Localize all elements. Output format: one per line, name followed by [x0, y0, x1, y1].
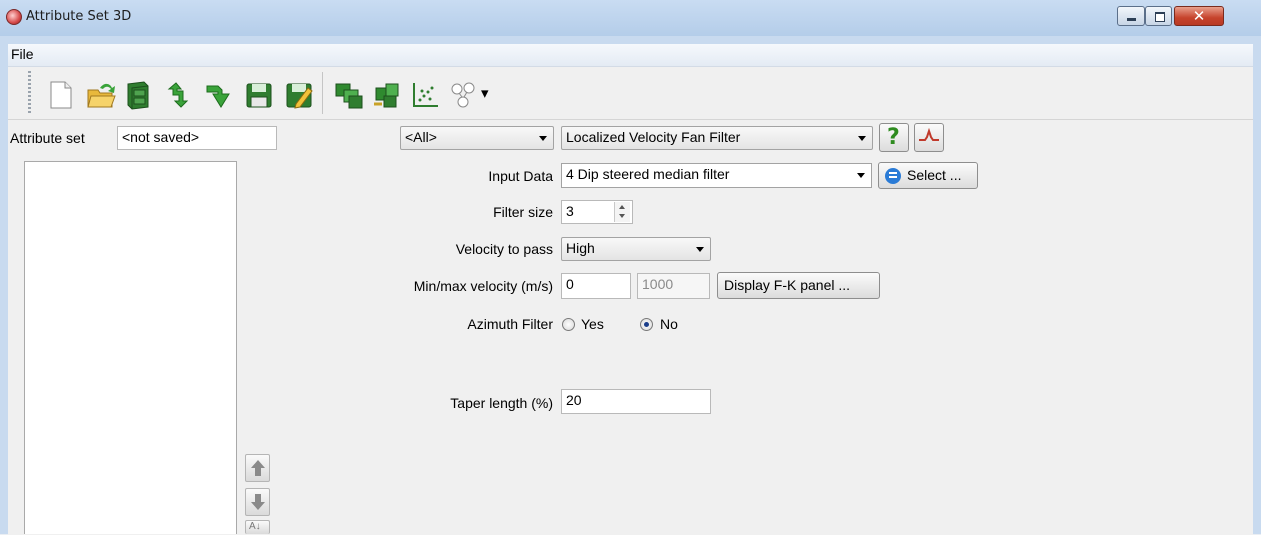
minmax-velocity-label: Min/max velocity (m/s): [413, 278, 553, 294]
chevron-down-icon[interactable]: [619, 214, 625, 218]
input-data-value: 4 Dip steered median filter: [566, 166, 730, 182]
window-title: Attribute Set 3D: [26, 9, 132, 24]
toolbar-separator: [322, 72, 323, 114]
toolbar-grip[interactable]: [28, 71, 31, 115]
chevron-down-icon: [857, 173, 865, 178]
window-frame-top: [0, 36, 1261, 44]
attribute-type-filter-select[interactable]: <All>: [400, 126, 554, 150]
min-velocity-field[interactable]: 0: [561, 273, 631, 299]
attribute-list[interactable]: [24, 161, 237, 534]
toolbar: [8, 67, 1253, 119]
save-icon[interactable]: [244, 80, 274, 110]
auto-attribute-icon[interactable]: [334, 80, 364, 110]
app-icon: [6, 9, 22, 25]
window-frame-right: [1253, 36, 1261, 534]
select-input-button[interactable]: Select ...: [878, 162, 978, 189]
window-frame-left: [0, 36, 8, 534]
close-icon: ✕: [1192, 7, 1206, 25]
filter-size-label: Filter size: [493, 204, 553, 220]
arrow-up-icon: [251, 460, 265, 476]
velocity-to-pass-select[interactable]: High: [561, 237, 711, 261]
chevron-up-icon[interactable]: [619, 205, 625, 209]
azimuth-yes-label[interactable]: Yes: [581, 316, 604, 332]
attribute-set-field[interactable]: <not saved>: [117, 126, 277, 150]
azimuth-no-radio[interactable]: [640, 318, 653, 331]
velocity-to-pass-label: Velocity to pass: [455, 241, 553, 257]
evaluate-icon[interactable]: [449, 80, 479, 110]
minimize-button[interactable]: [1117, 6, 1145, 26]
auto-2d-icon[interactable]: [372, 80, 402, 110]
velocity-to-pass-value: High: [566, 240, 595, 256]
chevron-down-icon: [858, 136, 866, 141]
display-fk-panel-button[interactable]: Display F-K panel ...: [717, 272, 880, 299]
taper-length-label: Taper length (%): [450, 395, 553, 411]
arrow-down-icon: [251, 494, 265, 510]
display-attribute-button[interactable]: [914, 123, 944, 152]
select-button-label: Select ...: [907, 167, 962, 183]
toolbar-more-icon[interactable]: ▾: [481, 84, 489, 102]
sort-button[interactable]: A↓: [245, 520, 270, 534]
max-velocity-field[interactable]: 1000: [637, 273, 710, 299]
chevron-down-icon: [539, 136, 547, 141]
attribute-select-value: Localized Velocity Fan Filter: [566, 129, 741, 145]
open-icon[interactable]: [86, 80, 116, 110]
menu-bar: File: [8, 44, 1253, 67]
chevron-down-icon: [696, 247, 704, 252]
close-button[interactable]: ✕: [1174, 6, 1224, 26]
menu-file[interactable]: File: [11, 46, 34, 62]
attribute-select[interactable]: Localized Velocity Fan Filter: [561, 126, 873, 150]
new-icon[interactable]: [46, 80, 76, 110]
title-bar: [0, 0, 1261, 37]
attribute-set-label: Attribute set: [10, 130, 85, 146]
azimuth-no-label[interactable]: No: [660, 316, 678, 332]
wavelet-icon: [919, 128, 939, 141]
crossplot-icon[interactable]: [410, 80, 440, 110]
attribute-type-filter-value: <All>: [405, 129, 437, 145]
input-data-label: Input Data: [488, 168, 553, 184]
azimuth-yes-radio[interactable]: [562, 318, 575, 331]
taper-length-field[interactable]: 20: [561, 389, 711, 414]
sort-icon: A↓: [249, 521, 261, 532]
import-icon[interactable]: [160, 80, 190, 110]
list-icon: [885, 168, 901, 184]
azimuth-filter-label: Azimuth Filter: [467, 316, 553, 332]
reimport-icon[interactable]: [204, 80, 234, 110]
help-icon: ?: [887, 125, 900, 150]
input-data-select[interactable]: 4 Dip steered median filter: [561, 163, 872, 188]
filter-size-stepper[interactable]: [614, 202, 630, 222]
maximize-button[interactable]: [1145, 6, 1172, 26]
list-lines: [889, 172, 897, 174]
help-button[interactable]: ?: [879, 123, 909, 152]
move-down-button[interactable]: [245, 488, 270, 516]
cabinet-icon[interactable]: [122, 80, 152, 110]
move-up-button[interactable]: [245, 454, 270, 482]
save-as-icon[interactable]: [284, 80, 314, 110]
